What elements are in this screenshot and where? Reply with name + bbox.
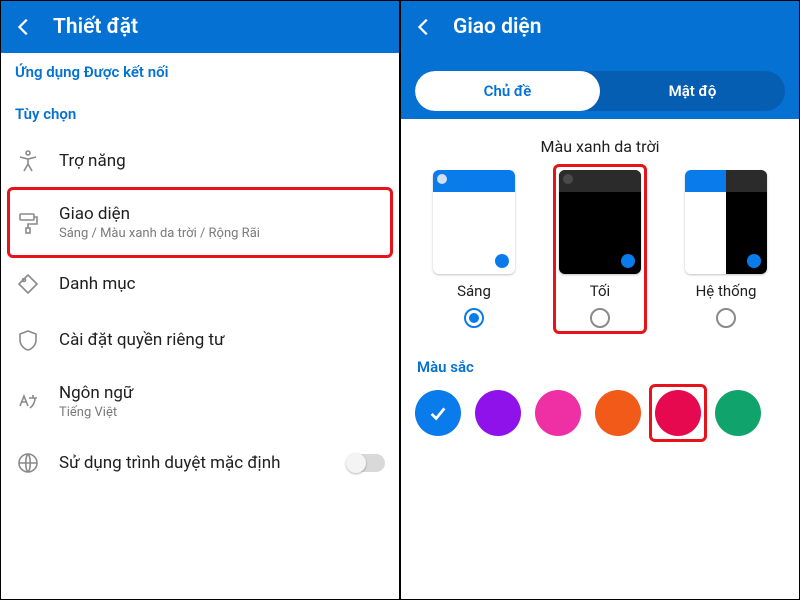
theme-label: Hệ thống	[696, 282, 757, 300]
item-subtitle: Sáng / Màu xanh da trời / Rộng Rãi	[59, 226, 260, 241]
color-section-label: Màu sắc	[401, 334, 799, 390]
item-default-browser[interactable]: Sử dụng trình duyệt mặc định	[1, 435, 399, 491]
language-icon	[15, 389, 41, 415]
item-appearance[interactable]: Giao diện Sáng / Màu xanh da trời / Rộng…	[1, 189, 399, 256]
color-swatch-row	[401, 390, 799, 452]
header-title: Giao diện	[453, 15, 541, 39]
radio-selected[interactable]	[464, 308, 484, 328]
item-title: Sử dụng trình duyệt mặc định	[59, 453, 280, 473]
appearance-screen: Giao diện Chủ đề Mật độ Màu xanh da trời…	[400, 0, 800, 600]
theme-label: Sáng	[457, 282, 491, 300]
settings-screen: Thiết đặt Ứng dụng Được kết nối Tùy chọn…	[0, 0, 400, 600]
dot-icon	[747, 254, 761, 268]
dot-icon	[495, 254, 509, 268]
globe-icon	[15, 450, 41, 476]
header: Thiết đặt	[1, 1, 399, 53]
theme-option-dark[interactable]: Tối	[545, 170, 655, 328]
item-subtitle: Tiếng Việt	[59, 405, 133, 420]
item-title: Ngôn ngữ	[59, 383, 133, 403]
header-title: Thiết đặt	[53, 15, 138, 39]
dot-icon	[563, 174, 573, 184]
dot-icon	[437, 174, 447, 184]
current-theme-name: Màu xanh da trời	[401, 119, 799, 170]
theme-thumb-dark	[559, 170, 641, 274]
color-swatch-magenta[interactable]	[655, 390, 701, 436]
tab-density[interactable]: Mật độ	[600, 71, 785, 111]
theme-label: Tối	[590, 282, 610, 300]
check-icon	[427, 402, 449, 424]
radio[interactable]	[716, 308, 736, 328]
item-category[interactable]: Danh mục	[1, 256, 399, 312]
item-title: Danh mục	[59, 274, 136, 294]
back-icon[interactable]	[413, 16, 435, 38]
back-icon[interactable]	[13, 16, 35, 38]
item-title: Trợ năng	[59, 151, 126, 171]
section-options: Tùy chọn	[1, 81, 399, 133]
radio[interactable]	[590, 308, 610, 328]
color-swatch-green[interactable]	[715, 390, 761, 436]
tab-theme[interactable]: Chủ đề	[415, 71, 600, 111]
color-swatch-orange[interactable]	[595, 390, 641, 436]
theme-option-light[interactable]: Sáng	[419, 170, 529, 328]
item-title: Giao diện	[59, 204, 260, 224]
theme-thumb-light	[433, 170, 515, 274]
color-swatch-blue[interactable]	[415, 390, 461, 436]
accessibility-icon	[15, 148, 41, 174]
item-language[interactable]: Ngôn ngữ Tiếng Việt	[1, 368, 399, 435]
theme-options-row: Sáng Tối Hệ thống	[401, 170, 799, 334]
section-linked-apps: Ứng dụng Được kết nối	[1, 53, 399, 81]
header: Giao diện	[401, 1, 799, 53]
tag-icon	[15, 271, 41, 297]
item-privacy[interactable]: Cài đặt quyền riêng tư	[1, 312, 399, 368]
dot-icon	[621, 254, 635, 268]
highlight-box	[649, 384, 707, 442]
color-swatch-pink[interactable]	[535, 390, 581, 436]
shield-icon	[15, 327, 41, 353]
paint-roller-icon	[15, 210, 41, 236]
toggle-switch[interactable]	[347, 454, 385, 472]
segmented-wrap: Chủ đề Mật độ	[401, 53, 799, 119]
item-title: Cài đặt quyền riêng tư	[59, 330, 225, 350]
theme-option-system[interactable]: Hệ thống	[671, 170, 781, 328]
theme-thumb-system	[685, 170, 767, 274]
color-swatch-purple[interactable]	[475, 390, 521, 436]
item-accessibility[interactable]: Trợ năng	[1, 133, 399, 189]
